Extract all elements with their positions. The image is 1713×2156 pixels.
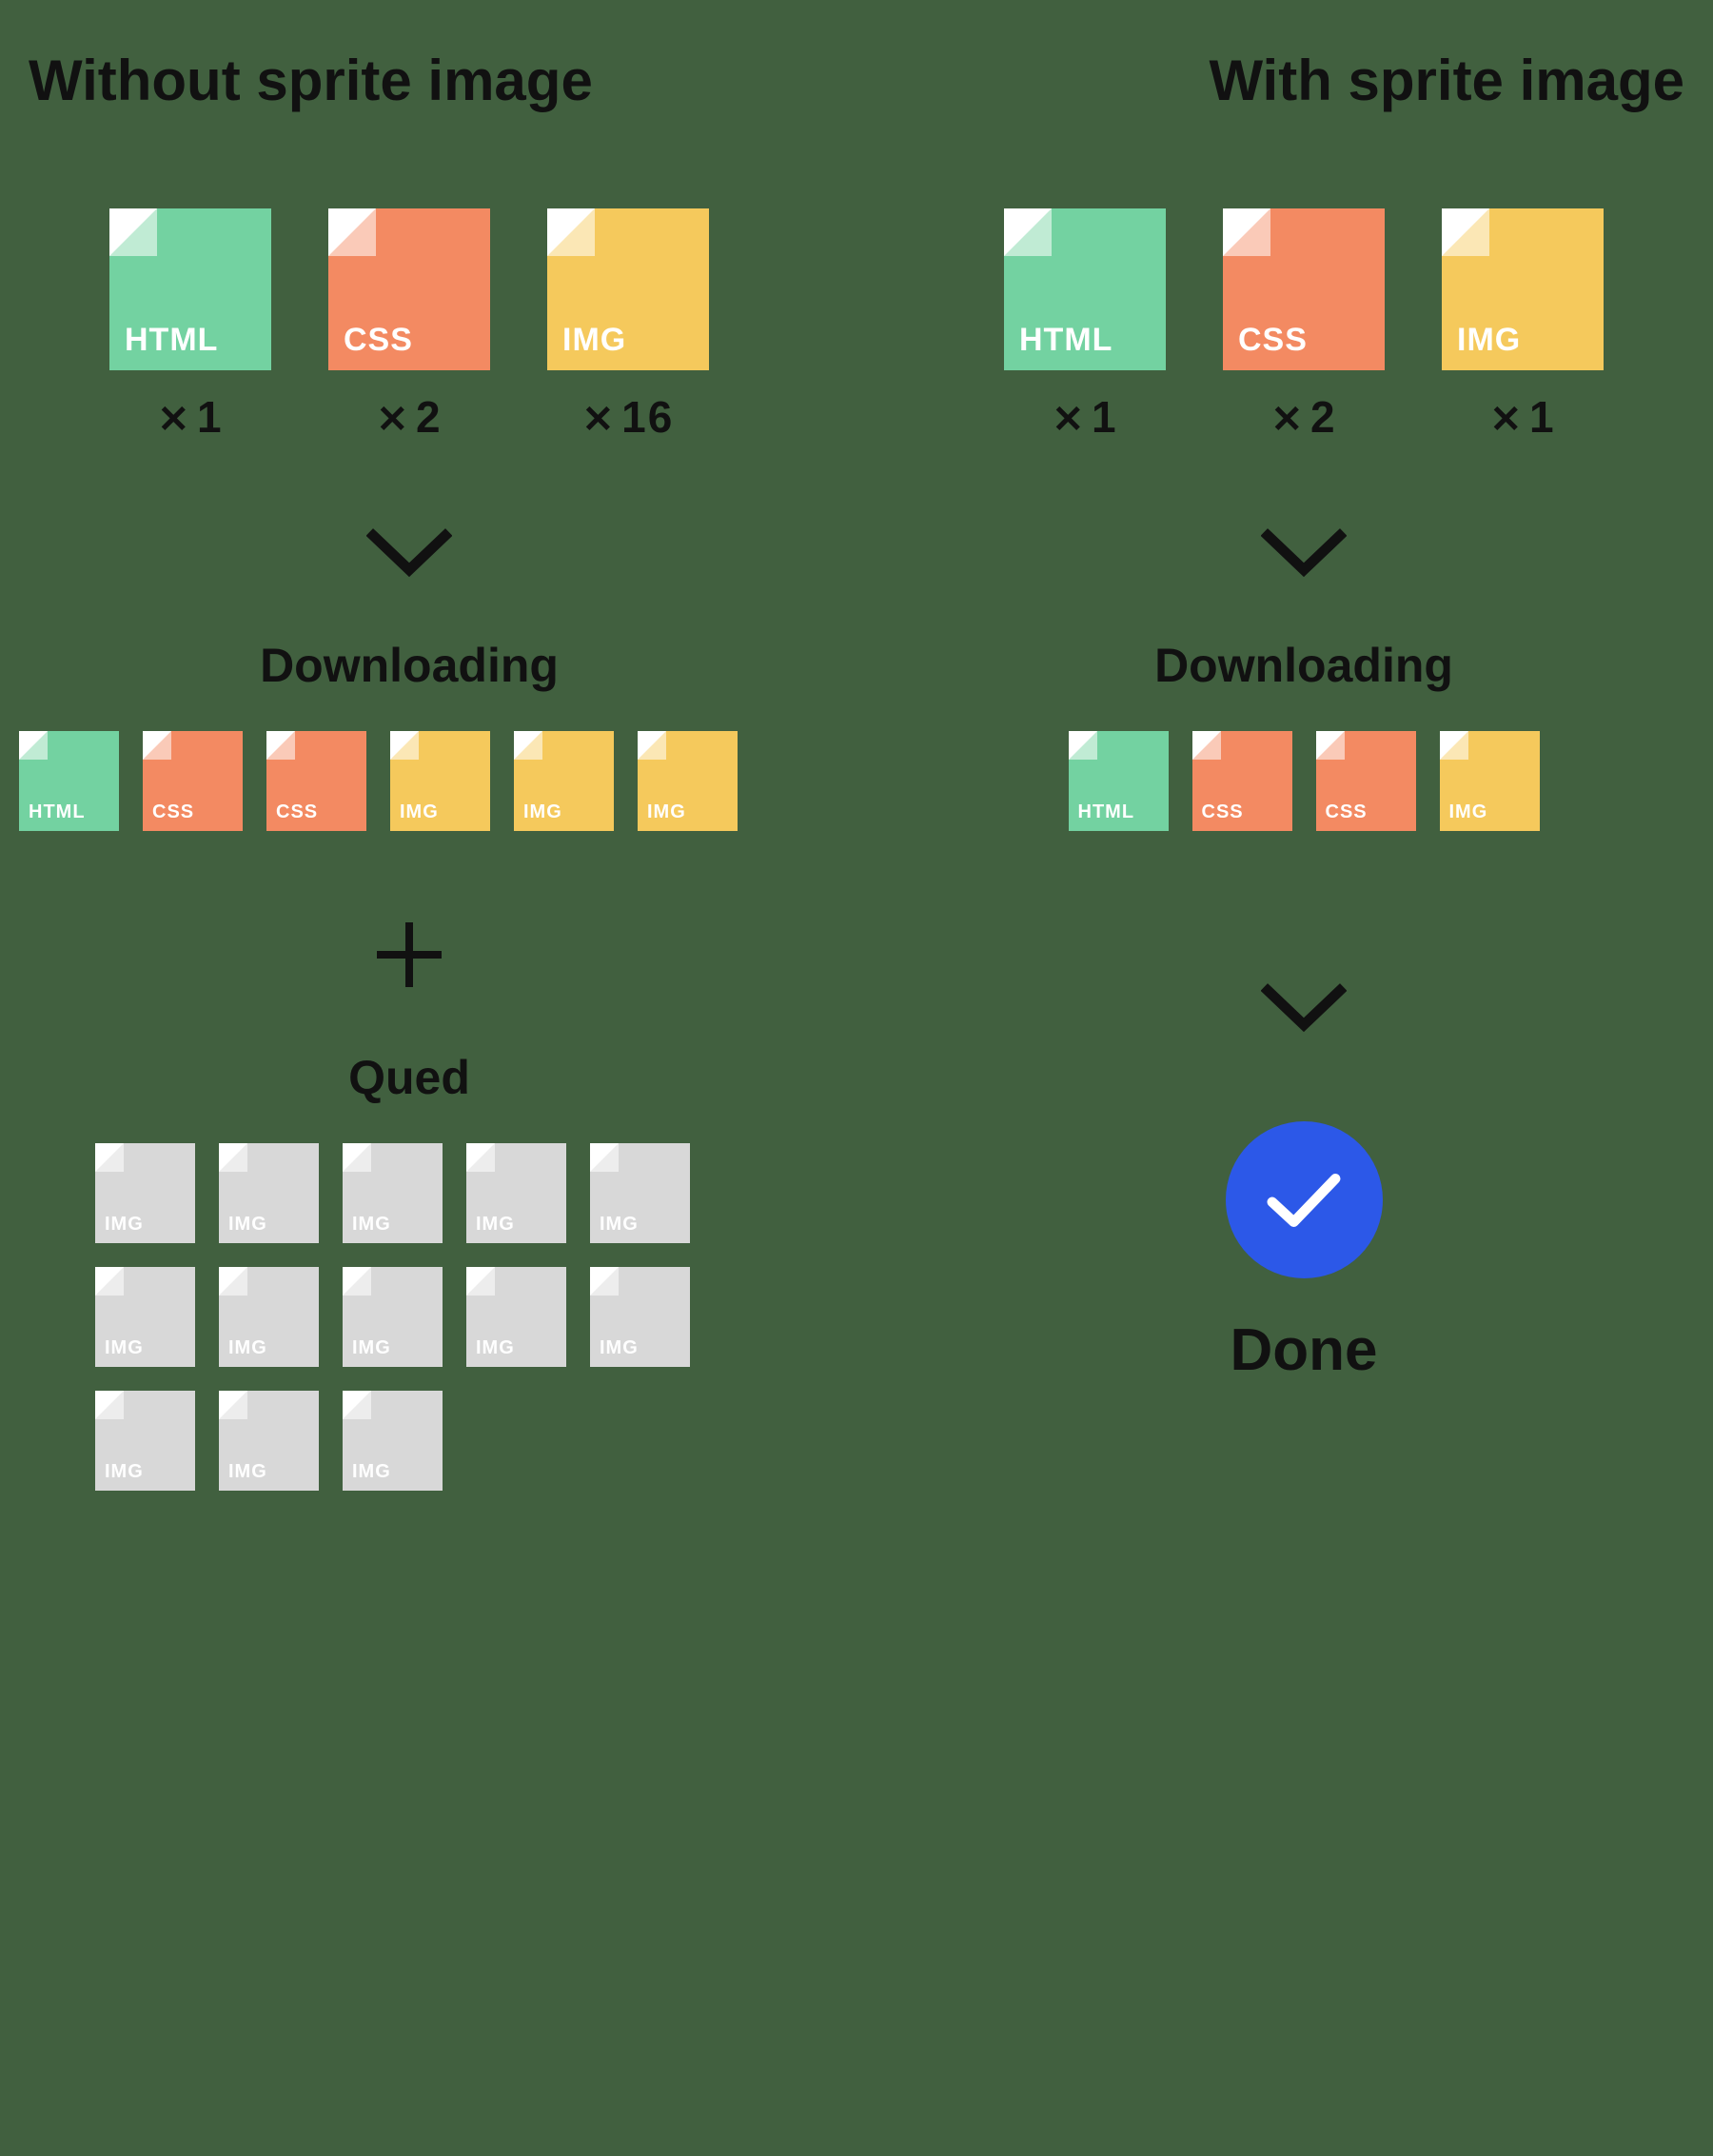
- img-file-icon: IMG: [390, 731, 490, 831]
- file-type-label: IMG: [352, 1214, 391, 1236]
- file-count: ✕1: [1489, 391, 1555, 443]
- css-file-icon: CSS: [1223, 208, 1385, 370]
- file-type-label: IMG: [523, 801, 562, 823]
- file-type-label: IMG: [600, 1337, 639, 1359]
- file-type-label: IMG: [562, 322, 626, 359]
- chevron-down-icon: [366, 528, 452, 581]
- file-type-label: IMG: [400, 801, 439, 823]
- file-type-label: CSS: [1202, 801, 1244, 823]
- html-file-icon: HTML: [19, 731, 119, 831]
- file-type-label: CSS: [276, 801, 318, 823]
- file-type-label: CSS: [344, 322, 413, 359]
- column-title-left: Without sprite image: [19, 48, 593, 113]
- html-file-icon: HTML: [1069, 731, 1169, 831]
- file-count: ✕2: [376, 391, 442, 443]
- file-type-label: IMG: [105, 1461, 144, 1483]
- queued-file-icon: IMG: [590, 1143, 690, 1243]
- file-type-label: IMG: [1457, 322, 1521, 359]
- queued-file-icon: IMG: [343, 1267, 443, 1367]
- downloading-label: Downloading: [1154, 638, 1453, 693]
- css-file-icon: CSS: [266, 731, 366, 831]
- file-type-label: HTML: [125, 322, 218, 359]
- file-block-img: IMG ✕1: [1442, 208, 1604, 443]
- file-type-label: IMG: [352, 1461, 391, 1483]
- file-count: ✕16: [582, 391, 675, 443]
- sprite-comparison-diagram: Without sprite image HTML ✕1 CSS ✕2: [19, 48, 1694, 1529]
- file-type-label: IMG: [647, 801, 686, 823]
- file-type-label: IMG: [228, 1461, 267, 1483]
- img-file-icon: IMG: [1442, 208, 1604, 370]
- file-summary-row: HTML ✕1 CSS ✕2 IMG ✕16: [19, 208, 799, 443]
- queued-file-icon: IMG: [95, 1143, 195, 1243]
- file-count: ✕1: [1052, 391, 1117, 443]
- css-file-icon: CSS: [1316, 731, 1416, 831]
- file-type-label: CSS: [1326, 801, 1368, 823]
- queued-file-icon: IMG: [219, 1267, 319, 1367]
- file-block-css: CSS ✕2: [1223, 208, 1385, 443]
- with-sprite-column: With sprite image HTML ✕1 CSS ✕2 IM: [914, 48, 1694, 1529]
- css-file-icon: CSS: [143, 731, 243, 831]
- file-type-label: IMG: [600, 1214, 639, 1236]
- file-count: ✕2: [1270, 391, 1336, 443]
- img-file-icon: IMG: [638, 731, 738, 831]
- queued-file-icon: IMG: [219, 1143, 319, 1243]
- done-label: Done: [1231, 1316, 1378, 1384]
- file-type-label: IMG: [105, 1214, 144, 1236]
- without-sprite-column: Without sprite image HTML ✕1 CSS ✕2: [19, 48, 799, 1529]
- file-type-label: IMG: [105, 1337, 144, 1359]
- img-file-icon: IMG: [514, 731, 614, 831]
- css-file-icon: CSS: [328, 208, 490, 370]
- queued-file-icon: IMG: [466, 1143, 566, 1243]
- file-block-html: HTML ✕1: [1004, 208, 1166, 443]
- file-type-label: IMG: [228, 1214, 267, 1236]
- file-count: ✕1: [157, 391, 223, 443]
- queued-file-icon: IMG: [466, 1267, 566, 1367]
- file-type-label: IMG: [228, 1337, 267, 1359]
- file-block-css: CSS ✕2: [328, 208, 490, 443]
- css-file-icon: CSS: [1192, 731, 1292, 831]
- queued-file-icon: IMG: [95, 1391, 195, 1491]
- file-block-html: HTML ✕1: [109, 208, 271, 443]
- file-summary-row: HTML ✕1 CSS ✕2 IMG ✕1: [914, 208, 1694, 443]
- downloading-label: Downloading: [260, 638, 559, 693]
- img-file-icon: IMG: [1440, 731, 1540, 831]
- queued-file-icon: IMG: [95, 1267, 195, 1367]
- downloading-grid-left: HTML CSS CSS IMG IMG IMG: [19, 731, 799, 831]
- queued-grid: IMG IMG IMG IMG IMG IMG IMG IMG IMG IMG IMG IMG IMG: [95, 1143, 723, 1491]
- img-file-icon: IMG: [547, 208, 709, 370]
- html-file-icon: HTML: [109, 208, 271, 370]
- file-type-label: IMG: [476, 1214, 515, 1236]
- file-block-img: IMG ✕16: [547, 208, 709, 443]
- file-type-label: CSS: [152, 801, 194, 823]
- file-type-label: IMG: [1449, 801, 1488, 823]
- queued-file-icon: IMG: [343, 1391, 443, 1491]
- queued-file-icon: IMG: [590, 1267, 690, 1367]
- queued-file-icon: IMG: [219, 1391, 319, 1491]
- html-file-icon: HTML: [1004, 208, 1166, 370]
- file-type-label: IMG: [352, 1337, 391, 1359]
- checkmark-icon: [1226, 1121, 1383, 1278]
- file-type-label: CSS: [1238, 322, 1308, 359]
- downloading-grid-right: HTML CSS CSS IMG: [1037, 731, 1570, 831]
- file-type-label: HTML: [1078, 801, 1135, 823]
- file-type-label: HTML: [29, 801, 86, 823]
- plus-icon: [371, 917, 447, 993]
- queued-label: Qued: [348, 1050, 470, 1105]
- file-type-label: IMG: [476, 1337, 515, 1359]
- chevron-down-icon: [1261, 983, 1347, 1036]
- chevron-down-icon: [1261, 528, 1347, 581]
- column-title-right: With sprite image: [1209, 48, 1694, 113]
- queued-file-icon: IMG: [343, 1143, 443, 1243]
- file-type-label: HTML: [1019, 322, 1112, 359]
